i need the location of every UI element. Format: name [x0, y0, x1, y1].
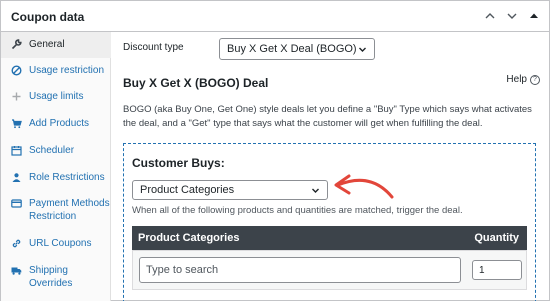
sidebar-item-label: URL Coupons: [29, 238, 92, 249]
move-down-icon[interactable]: [503, 7, 521, 25]
panel-title: Coupon data: [11, 10, 85, 24]
cart-icon: [11, 118, 25, 133]
buy-type-value: Product Categories: [140, 184, 235, 196]
block-icon: [11, 65, 25, 80]
general-tab-content: Discount type Buy X Get X Deal (BOGO) Bu…: [112, 32, 550, 301]
link-icon: [11, 238, 25, 253]
chevron-down-icon: [358, 45, 367, 57]
coupon-data-panel: Coupon data General Usage restriction Us…: [0, 0, 550, 301]
buy-type-select[interactable]: Product Categories: [132, 180, 328, 200]
collapse-toggle-icon[interactable]: [525, 7, 543, 25]
sidebar-item-url-coupons[interactable]: URL Coupons: [1, 237, 111, 257]
sidebar-item-role-restrictions[interactable]: Role Restrictions: [1, 171, 111, 191]
column-header-product-categories: Product Categories: [138, 232, 240, 244]
user-icon: [11, 172, 25, 187]
deal-title: Buy X Get X (BOGO) Deal: [123, 76, 269, 90]
match-condition-text: When all of the following products and q…: [132, 205, 463, 216]
sidebar-item-label: Add Products: [29, 118, 90, 129]
help-label: Help: [506, 74, 527, 85]
sidebar-item-label: Scheduler: [29, 145, 75, 156]
panel-header: Coupon data: [1, 1, 549, 32]
help-icon: ?: [530, 74, 540, 85]
sidebar-item-label: Usage restriction: [29, 65, 105, 76]
buy-table-header: Product Categories Quantity: [132, 226, 527, 250]
sidebar-item-general[interactable]: General: [1, 32, 111, 58]
table-row: [132, 250, 527, 290]
sidebar-item-scheduler[interactable]: Scheduler: [1, 144, 111, 164]
calendar-icon: [11, 145, 25, 160]
help-link[interactable]: Help ?: [506, 74, 540, 85]
category-search-input[interactable]: [139, 257, 461, 283]
sidebar-item-label: Role Restrictions: [29, 172, 105, 183]
sidebar-item-add-products[interactable]: Add Products: [1, 117, 111, 137]
column-header-quantity: Quantity: [474, 232, 519, 244]
quantity-input[interactable]: [472, 260, 522, 280]
sidebar-item-usage-limits[interactable]: Usage limits: [1, 90, 111, 110]
move-up-icon[interactable]: [481, 7, 499, 25]
sidebar-item-shipping-overrides[interactable]: Shipping Overrides: [1, 264, 111, 296]
customer-buys-box: Customer Buys: Product Categories When a…: [123, 143, 536, 301]
truck-icon: [11, 265, 25, 280]
customer-buys-title: Customer Buys:: [132, 156, 225, 170]
panel-header-buttons: [481, 7, 543, 25]
discount-type-label: Discount type: [123, 42, 184, 53]
sidebar-item-label: Usage limits: [29, 91, 84, 102]
plus-icon: [11, 91, 25, 106]
sidebar-item-usage-restriction[interactable]: Usage restriction: [1, 64, 111, 84]
sidebar-item-label: Payment Methods Restriction: [29, 198, 110, 222]
sidebar-item-payment-methods-restriction[interactable]: Payment Methods Restriction: [1, 197, 111, 229]
deal-description: BOGO (aka Buy One, Get One) style deals …: [123, 104, 532, 129]
discount-type-value: Buy X Get X Deal (BOGO): [227, 43, 357, 55]
card-icon: [11, 198, 25, 213]
sidebar-item-label: General: [29, 39, 65, 50]
chevron-down-icon: [311, 186, 320, 198]
sidebar-item-label: Shipping Overrides: [29, 265, 73, 289]
wrench-icon: [11, 39, 25, 54]
coupon-tabs-sidebar: General Usage restriction Usage limits A…: [1, 32, 111, 301]
discount-type-select[interactable]: Buy X Get X Deal (BOGO): [219, 38, 375, 60]
